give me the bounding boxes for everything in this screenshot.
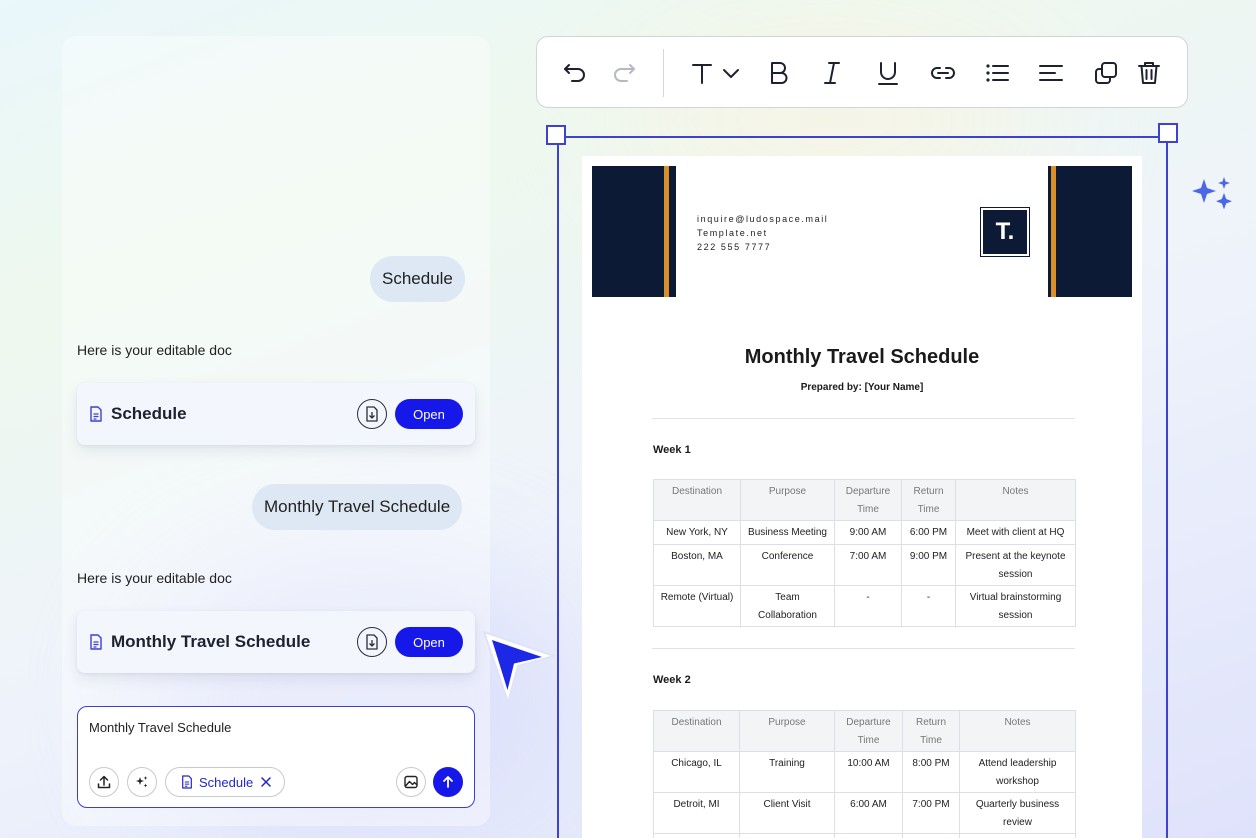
align-left-icon [1039,65,1063,81]
download-button[interactable] [357,627,387,657]
resize-handle-top-right[interactable] [1158,123,1178,143]
doc-card[interactable]: Schedule Open [77,383,475,445]
image-icon [404,775,418,789]
composer-input[interactable]: Monthly Travel Schedule [89,720,231,735]
duplicate-button[interactable] [1090,57,1122,89]
document-icon [89,634,103,650]
assistant-message: Here is your editable doc [77,342,232,358]
underline-button[interactable] [872,57,904,89]
undo-icon [564,64,585,82]
editor-toolbar [536,36,1188,108]
chat-panel: Schedule Here is your editable doc Sched… [62,36,490,826]
redo-button[interactable] [608,57,640,89]
bold-icon [771,62,788,84]
doc-card-title: Monthly Travel Schedule [111,632,311,651]
bullet-list-icon [986,64,1009,82]
download-icon [366,406,378,422]
text-style-button[interactable] [684,57,746,89]
attachment-chip[interactable]: Schedule [165,767,285,797]
chip-label: Schedule [199,774,254,790]
duplicate-icon [1095,62,1117,84]
doc-card[interactable]: Monthly Travel Schedule Open [77,611,475,673]
sparkle-icon [1192,177,1232,210]
delete-icon [1138,62,1160,84]
bold-button[interactable] [763,57,795,89]
user-message-bubble: Monthly Travel Schedule [252,484,463,530]
pointer-cursor-icon [483,631,555,703]
download-button[interactable] [357,399,387,429]
message-composer[interactable]: Monthly Travel Schedule Schedule [77,706,475,808]
doc-card-title: Schedule [111,404,187,423]
upload-icon [97,775,111,789]
align-left-button[interactable] [1035,57,1067,89]
toolbar-divider [663,49,664,97]
open-button[interactable]: Open [395,627,463,657]
close-icon[interactable] [261,777,271,787]
undo-button[interactable] [559,57,591,89]
magic-button[interactable] [127,767,157,797]
resize-handle-top-left[interactable] [546,125,566,145]
sparkle-icon [136,776,148,788]
italic-button[interactable] [816,57,848,89]
user-message-bubble: Schedule [370,256,465,302]
link-icon [931,67,955,79]
bullet-list-button[interactable] [981,57,1013,89]
assistant-message: Here is your editable doc [77,570,232,586]
document-icon [182,775,192,789]
image-button[interactable] [396,767,426,797]
upload-button[interactable] [89,767,119,797]
send-button[interactable] [433,767,463,797]
delete-button[interactable] [1133,57,1165,89]
selection-frame [557,136,1168,838]
redo-icon [614,64,635,82]
document-icon [89,406,103,422]
open-button[interactable]: Open [395,399,463,429]
text-style-icon [692,64,712,84]
underline-icon [878,62,898,85]
italic-icon [824,62,840,84]
arrow-up-icon [443,776,453,788]
download-icon [366,634,378,650]
link-button[interactable] [927,57,959,89]
chevron-down-icon [723,69,739,78]
